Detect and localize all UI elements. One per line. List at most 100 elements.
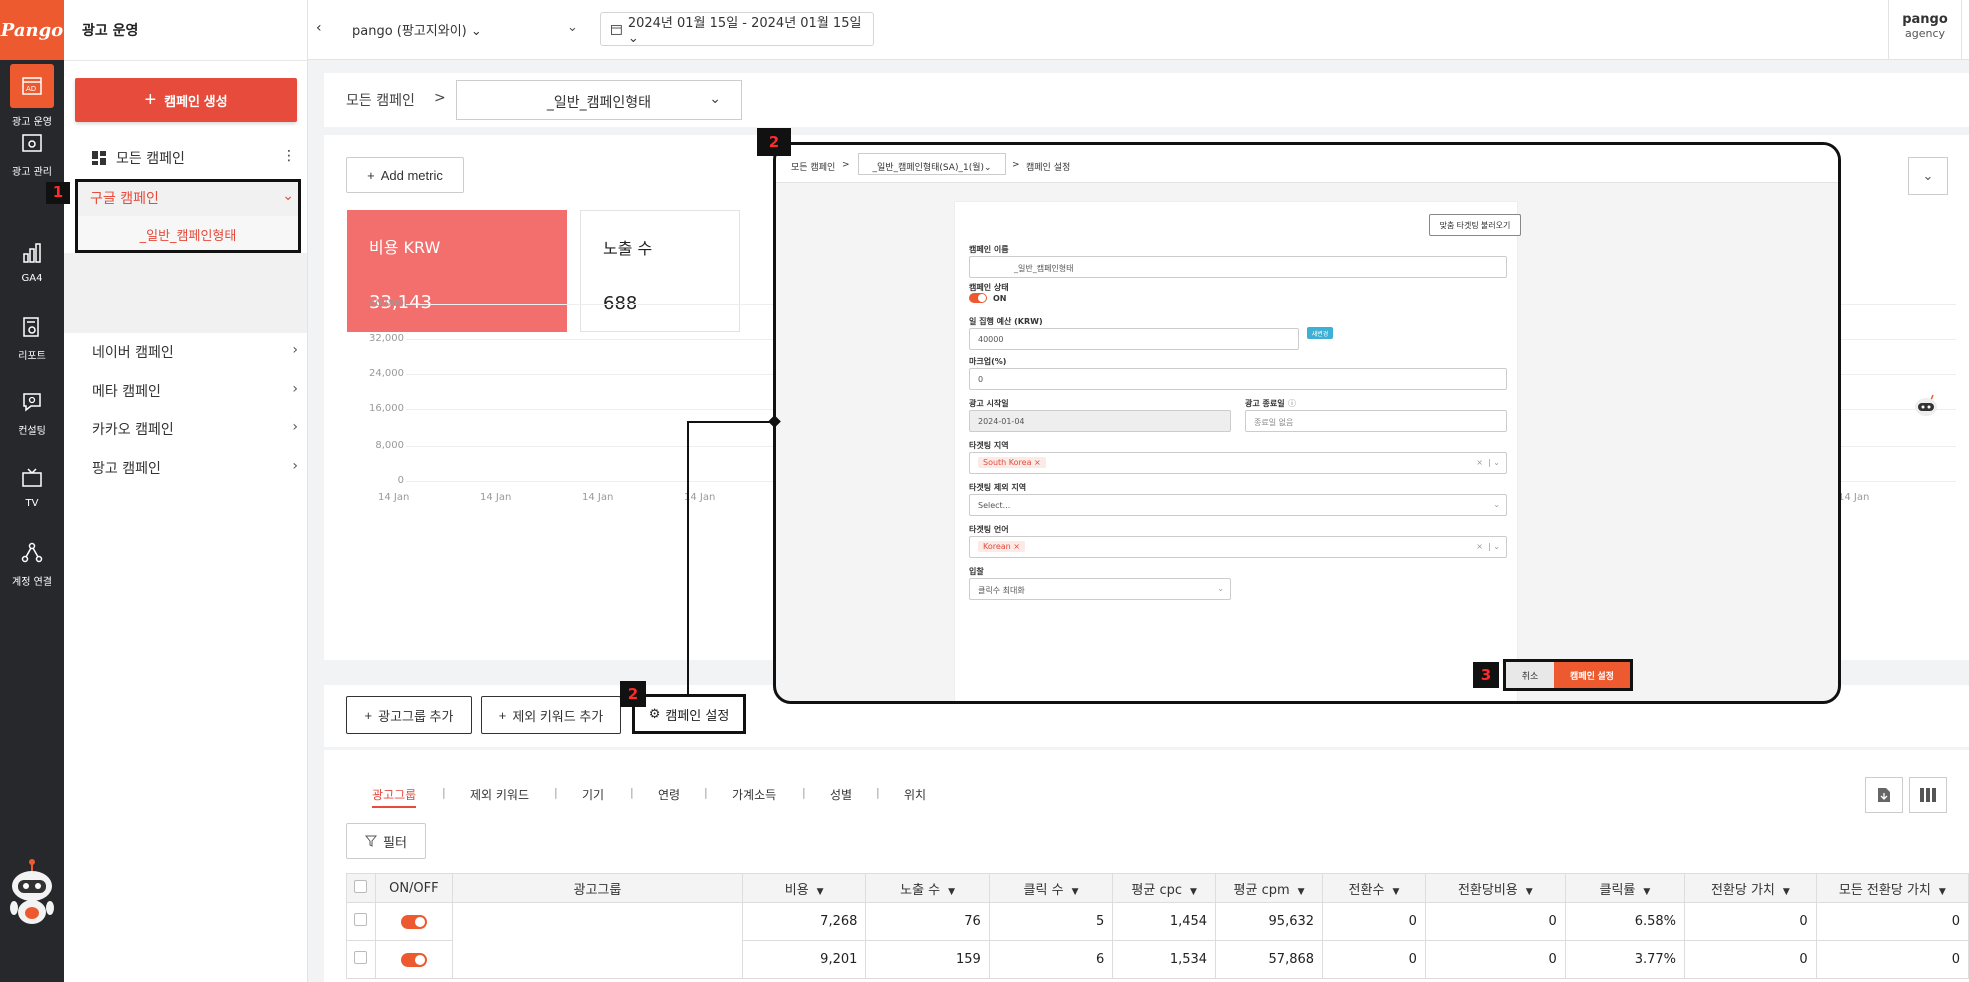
- rail-item-ga4[interactable]: GA4: [0, 238, 64, 284]
- robot-assistant-icon[interactable]: [1911, 393, 1941, 419]
- daily-budget-label: 일 집행 예산 (KRW): [969, 317, 1043, 326]
- breadcrumb-all-campaigns[interactable]: 모든 캠페인: [346, 90, 415, 110]
- tab-household-income[interactable]: 가계소득: [732, 786, 776, 803]
- sidebar-item-naver-campaign[interactable]: 네이버 캠페인 ›: [92, 342, 298, 362]
- rail-item-ad-manage[interactable]: 광고 관리: [0, 128, 64, 178]
- campaign-settings-button[interactable]: ⚙ 캠페인 설정: [632, 694, 746, 734]
- sidebar-item-all-campaigns[interactable]: 모든 캠페인: [92, 148, 185, 168]
- collapse-button[interactable]: ⌄: [1908, 157, 1948, 195]
- onoff-toggle[interactable]: [400, 914, 427, 929]
- create-campaign-button[interactable]: + 캠페인 생성: [75, 78, 297, 122]
- tab-adgroup[interactable]: 광고그룹: [372, 786, 417, 808]
- col-value-per-conversion[interactable]: 전환당 가치 ▼: [1684, 873, 1817, 903]
- chevron-down-icon: ⌄: [1922, 168, 1934, 184]
- col-impressions[interactable]: 노출 수 ▼: [865, 873, 990, 903]
- more-options-icon[interactable]: ⋮: [282, 148, 296, 164]
- agency-account[interactable]: pango agency: [1888, 0, 1962, 60]
- report-icon: [17, 312, 47, 342]
- exclude-region-select[interactable]: Select... ⌄: [969, 494, 1507, 516]
- save-campaign-settings-button[interactable]: 캠페인 설정: [1554, 662, 1630, 688]
- targeting-language-select[interactable]: Korean × × | ⌄: [969, 536, 1507, 558]
- rail-item-ad-operation[interactable]: AD 광고 운영: [0, 64, 64, 128]
- sidebar-item-pango-campaign[interactable]: 팡고 캠페인 ›: [92, 458, 298, 478]
- info-icon[interactable]: ⓘ: [1288, 398, 1296, 409]
- columns-button[interactable]: [1909, 777, 1947, 813]
- filter-button[interactable]: 필터: [346, 823, 426, 859]
- metric-card-cost[interactable]: 비용 KRW 33,143: [347, 210, 567, 332]
- chevron-right-icon: ›: [292, 381, 298, 397]
- plus-icon: +: [498, 707, 507, 723]
- markup-input[interactable]: 0: [969, 368, 1507, 390]
- rail-item-consulting[interactable]: 컨설팅: [0, 387, 64, 437]
- x-tick-label: 14 Jan: [1838, 492, 1870, 503]
- campaign-select[interactable]: _일반_캠페인형태 ⌄: [456, 80, 742, 120]
- chevron-left-icon[interactable]: ‹: [316, 20, 322, 36]
- icon-rail: Pango AD 광고 운영 광고 관리 GA4 리포트 컨설팅 TV 계정 연…: [0, 0, 64, 982]
- rail-item-report[interactable]: 리포트: [0, 312, 64, 362]
- tab-gender[interactable]: 성별: [830, 786, 852, 803]
- popup-breadcrumb-all[interactable]: 모든 캠페인: [791, 160, 835, 173]
- campaign-settings-form: 맞춤 타겟팅 불러오기 캠페인 이름 _일반_캠페인형태 캠페인 상태 ON 일…: [954, 201, 1521, 701]
- annotation-connector: [687, 421, 775, 423]
- add-adgroup-label: 광고그룹 추가: [378, 708, 454, 724]
- bid-strategy-select[interactable]: 클릭수 최대화 ⌄: [969, 578, 1231, 600]
- add-metric-button[interactable]: + Add metric: [346, 157, 464, 193]
- col-cost[interactable]: 비용 ▼: [741, 873, 867, 903]
- chart-icon: [17, 238, 47, 268]
- table-row[interactable]: 7,268 76 5 1,454 95,632 0 0 6.58% 0 0: [346, 902, 1969, 979]
- x-tick-label: 14 Jan: [378, 492, 410, 503]
- select-controls-icon[interactable]: × | ⌄: [1476, 458, 1500, 467]
- sidebar-item-kakao-campaign[interactable]: 카카오 캠페인 ›: [92, 419, 298, 439]
- add-exclude-keyword-label: 제외 키워드 추가: [512, 708, 604, 724]
- col-onoff[interactable]: ON/OFF: [374, 873, 453, 903]
- download-button[interactable]: [1865, 777, 1903, 813]
- sidebar-item-google-campaign[interactable]: 구글 캠페인 ⌄: [78, 182, 298, 216]
- rail-item-account-link[interactable]: 계정 연결: [0, 538, 64, 588]
- chevron-down-icon: ⌄: [282, 188, 294, 204]
- tab-location[interactable]: 위치: [904, 786, 926, 803]
- col-avg-cpm[interactable]: 평균 cpm ▼: [1215, 873, 1324, 903]
- add-exclude-keyword-button[interactable]: + 제외 키워드 추가: [481, 696, 621, 734]
- cancel-button[interactable]: 취소: [1506, 662, 1554, 688]
- add-adgroup-button[interactable]: + 광고그룹 추가: [346, 696, 472, 734]
- col-cost-per-conversion[interactable]: 전환당비용 ▼: [1424, 873, 1566, 903]
- language-chip[interactable]: Korean ×: [978, 541, 1025, 552]
- row-checkbox[interactable]: [354, 913, 368, 926]
- campaign-status-label: 캠페인 상태: [969, 283, 1009, 292]
- x-tick-label: 14 Jan: [582, 492, 614, 503]
- onoff-toggle[interactable]: [400, 952, 427, 967]
- tab-exclude-keyword[interactable]: 제외 키워드: [470, 786, 529, 803]
- pango-logo[interactable]: Pango: [0, 0, 64, 60]
- rail-item-tv[interactable]: TV: [0, 463, 64, 509]
- cell-avg-cpc: 1,454: [1112, 902, 1217, 941]
- row-checkbox[interactable]: [354, 951, 368, 964]
- col-all-value-per-conversion[interactable]: 모든 전환당 가치 ▼: [1815, 873, 1969, 903]
- targeting-region-select[interactable]: South Korea × × | ⌄: [969, 452, 1507, 474]
- popup-campaign-select[interactable]: _일반_캠페인형태(SA)_1(월)⌄: [858, 153, 1006, 175]
- col-adgroup[interactable]: 광고그룹: [451, 873, 743, 903]
- select-all-checkbox[interactable]: [354, 879, 368, 893]
- adgroup-cell[interactable]: [451, 902, 743, 979]
- col-clicks[interactable]: 클릭 수 ▼: [988, 873, 1114, 903]
- date-range-picker[interactable]: 2024년 01월 15일 - 2024년 01월 15일 ⌄: [600, 12, 874, 46]
- col-avg-cpc[interactable]: 평균 cpc ▼: [1112, 873, 1217, 903]
- recall-targeting-button[interactable]: 맞춤 타겟팅 불러오기: [1429, 214, 1521, 236]
- select-controls-icon[interactable]: × | ⌄: [1476, 542, 1500, 551]
- sidebar-item-meta-campaign[interactable]: 메타 캠페인 ›: [92, 381, 298, 401]
- cell-ctr: 3.77%: [1564, 940, 1686, 979]
- robot-mascot-icon[interactable]: [6, 858, 58, 928]
- col-ctr[interactable]: 클릭률 ▼: [1564, 873, 1686, 903]
- sidebar-grey-area: [64, 253, 307, 333]
- daily-budget-input[interactable]: 40000: [969, 328, 1299, 350]
- col-conversions[interactable]: 전환수 ▼: [1322, 873, 1426, 903]
- bid-strategy-value: 클릭수 최대화: [978, 586, 1025, 595]
- campaign-name-input[interactable]: _일반_캠페인형태: [969, 256, 1507, 278]
- tab-device[interactable]: 기기: [582, 786, 604, 803]
- account-select[interactable]: pango (팡고지와이) ⌄ ⌄: [352, 20, 578, 39]
- metric-card-impressions[interactable]: 노출 수 688: [580, 210, 740, 332]
- end-date-input[interactable]: 종료일 없음: [1245, 410, 1507, 432]
- region-chip[interactable]: South Korea ×: [978, 457, 1046, 468]
- tab-age[interactable]: 연령: [658, 786, 680, 803]
- sidebar-item-google-sub-campaign[interactable]: _일반_캠페인형태: [78, 216, 298, 250]
- campaign-status-toggle[interactable]: [969, 293, 987, 303]
